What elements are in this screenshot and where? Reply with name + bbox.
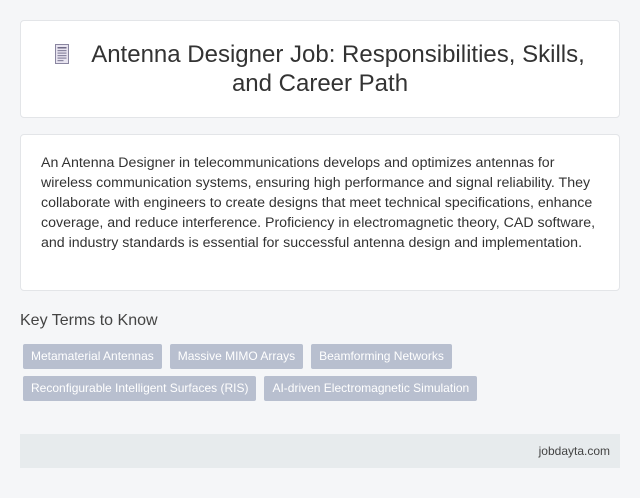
summary-text: An Antenna Designer in telecommunication… [41,155,596,251]
tag-metamaterial-antennas[interactable]: Metamaterial Antennas [23,344,162,369]
page: Antenna Designer Job: Responsibilities, … [0,0,640,498]
tag-massive-mimo-arrays[interactable]: Massive MIMO Arrays [169,344,304,369]
key-terms-tags: Metamaterial Antennas Massive MIMO Array… [23,344,623,408]
key-terms-heading: Key Terms to Know [20,312,158,329]
page-title-wrap: Antenna Designer Job: Responsibilities, … [45,40,595,98]
tag-reconfigurable-intelligent-surfaces[interactable]: Reconfigurable Intelligent Surfaces (RIS… [23,376,257,401]
page-title: Antenna Designer Job: Responsibilities, … [91,41,585,97]
tag-ai-driven-em-simulation[interactable]: AI-driven Electromagnetic Simulation [264,376,478,401]
summary-card: An Antenna Designer in telecommunication… [20,134,620,291]
footer: jobdayta.com [20,434,620,468]
footer-source[interactable]: jobdayta.com [539,444,610,458]
document-icon [55,44,70,64]
tag-beamforming-networks[interactable]: Beamforming Networks [311,344,452,369]
title-card: Antenna Designer Job: Responsibilities, … [20,20,620,118]
